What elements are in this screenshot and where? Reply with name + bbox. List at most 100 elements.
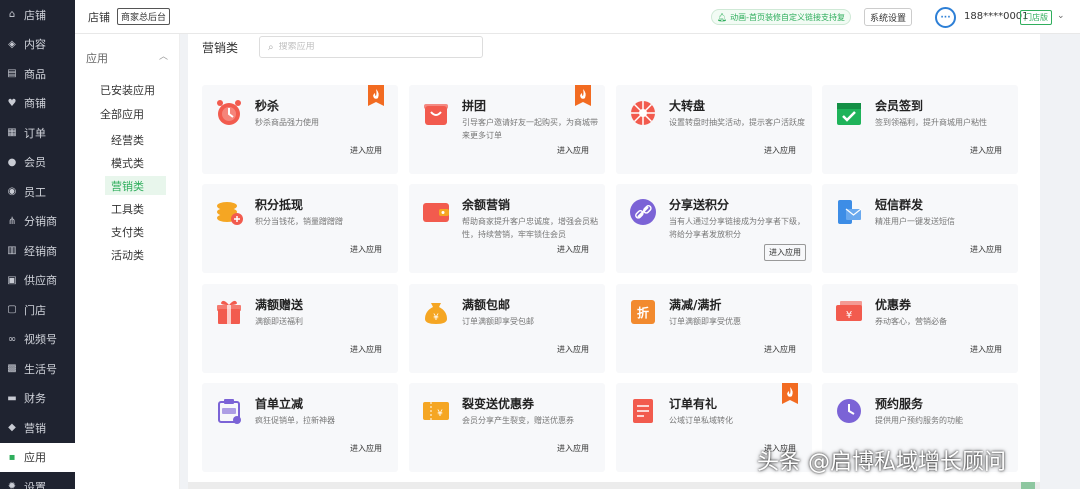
sidebar-item-1[interactable]: ◈ 内容 [0,30,75,60]
enter-app-button[interactable]: 进入应用 [557,244,589,255]
chevron-down-icon[interactable]: ⌄ [1057,11,1065,21]
sidebar-item-13[interactable]: ▬ 财务 [0,384,75,414]
app-card[interactable]: 折 满减/满折 订单满额即享受优惠 进入应用 [616,284,812,373]
enter-app-button[interactable]: 进入应用 [970,344,1002,355]
order-gift-icon [628,396,658,426]
sidebar-item-0[interactable]: ⌂ 店铺 [0,0,75,30]
enter-app-button[interactable]: 进入应用 [350,244,382,255]
sidebar-item-4[interactable]: ▦ 订单 [0,118,75,148]
app-card[interactable]: 首单立减 疯狂促销单，拉新神器 进入应用 [202,383,398,472]
subnav-all-apps[interactable]: 全部应用 [100,106,144,122]
enter-app-button[interactable]: 进入应用 [970,244,1002,255]
sidebar-item-8[interactable]: ▥ 经销商 [0,236,75,266]
sidebar-item-7[interactable]: ⋔ 分销商 [0,207,75,237]
app-card[interactable]: 积分抵现 积分当钱花，销量蹭蹭蹭 进入应用 [202,184,398,273]
sidebar-item-5[interactable]: ● 会员 [0,148,75,178]
top-bar: 店铺 商家总后台 🔔︎ 动画-首页装修自定义链接支持复 系统设置 ··· 188… [75,0,1080,34]
sidebar-item-9[interactable]: ▣ 供应商 [0,266,75,296]
app-description: 引导客户邀请好友一起购买，为商城带来更多订单 [462,118,598,140]
hot-badge-icon [782,383,798,404]
bell-icon: 🔔︎ [717,12,728,22]
appointment-icon [834,396,864,426]
app-card[interactable]: 会员签到 签到领福利，提升商城用户粘性 进入应用 [822,85,1018,174]
building-icon: ▥ [7,245,17,257]
sidebar-item-2[interactable]: ▤ 商品 [0,59,75,89]
enter-app-button[interactable]: 进入应用 [764,244,806,261]
staff-icon: ◉ [7,186,17,198]
enter-app-button[interactable]: 进入应用 [764,145,796,156]
section-title: 营销类 [202,41,239,55]
subnav-category-1[interactable]: 模式类 [105,153,166,172]
shop-edition-tag: 门店版 [1020,10,1052,25]
sidebar-item-label: 门店 [24,303,46,317]
sidebar-item-15[interactable]: ▪ 应用 [0,442,75,472]
app-name: 满额包邮 [462,298,511,312]
avatar[interactable]: ··· [935,7,956,28]
sidebar-item-label: 财务 [24,392,46,406]
sidebar-item-14[interactable]: ◆ 营销 [0,413,75,443]
app-card[interactable]: 秒杀 秒杀商品强力使用 进入应用 [202,85,398,174]
subnav-category-5[interactable]: 活动类 [105,245,166,264]
sidebar-item-6[interactable]: ◉ 员工 [0,177,75,207]
sidebar-item-label: 订单 [24,126,46,140]
sidebar-item-label: 生活号 [24,362,57,376]
scroll-thumb[interactable] [1021,482,1035,489]
chevron-up-icon[interactable]: ︿ [159,49,168,62]
app-name: 分享送积分 [669,198,730,212]
enter-app-button[interactable]: 进入应用 [764,344,796,355]
apps-grid-icon: ▪ [8,451,16,463]
svg-text:¥: ¥ [846,310,852,321]
sidebar-item-16[interactable]: ✹ 设置 [0,472,75,489]
sidebar-item-label: 设置 [24,480,46,489]
app-card[interactable]: 拼团 引导客户邀请好友一起购买，为商城带来更多订单 进入应用 [409,85,605,174]
app-name: 短信群发 [875,198,924,212]
horizontal-scrollbar[interactable] [188,482,1040,489]
truck-icon: ▣ [7,274,17,286]
subnav-category-3[interactable]: 工具类 [105,199,166,218]
sidebar-item-12[interactable]: ▩ 生活号 [0,354,75,384]
enter-app-button[interactable]: 进入应用 [557,344,589,355]
gear-icon: ✹ [7,481,17,489]
app-card[interactable]: 余额营销 帮助商家提升客户忠诚度，增强会员粘性，持续营销，牢牢锁住会员 进入应用 [409,184,605,273]
search-input[interactable] [278,42,469,52]
app-name: 大转盘 [669,99,706,113]
app-card[interactable]: ¥ 满额包邮 订单满额即享受包邮 进入应用 [409,284,605,373]
system-settings-button[interactable]: 系统设置 [864,8,913,26]
search-box[interactable]: ⌕ [259,36,483,58]
app-card[interactable]: ¥ 裂变送优惠券 会员分享产生裂变，赠送优惠券 进入应用 [409,383,605,472]
app-name: 满额赠送 [255,298,304,312]
app-card[interactable]: 短信群发 精准用户一键发送短信 进入应用 [822,184,1018,273]
user-phone[interactable]: 188****0001 [964,11,1029,22]
enter-app-button[interactable]: 进入应用 [350,145,382,156]
app-card[interactable]: ¥ 优惠券 券动客心，营销必备进入应用 [822,284,1018,373]
sidebar-item-11[interactable]: ∞ 视频号 [0,325,75,355]
enter-app-button[interactable]: 进入应用 [557,145,589,156]
app-name: 优惠券 [875,298,912,312]
subnav-category-4[interactable]: 支付类 [105,222,166,241]
notice-banner[interactable]: 🔔︎ 动画-首页装修自定义链接支持复 [711,9,852,25]
layers-icon: ◈ [8,38,16,50]
subnav-category-0[interactable]: 经营类 [105,130,166,149]
wallet-icon: ▬ [7,392,17,404]
svg-text:折: 折 [637,305,649,320]
app-description: 满额即送福利 [255,317,303,326]
enter-app-button[interactable]: 进入应用 [970,145,1002,156]
sidebar-item-3[interactable]: ♥ 商铺 [0,89,75,119]
enter-app-button[interactable]: 进入应用 [350,443,382,454]
app-card[interactable]: 大转盘 设置转盘时抽奖活动，提示客户活跃度进入应用 [616,85,812,174]
app-description: 秒杀商品强力使用 [255,118,319,127]
enter-app-button[interactable]: 进入应用 [557,443,589,454]
main-sidebar: ⌂ 店铺 ◈ 内容 ▤ 商品 ♥ 商铺 ▦ 订单 ● 会员 ◉ 员工 ⋔ 分销商 ▥ 经销商 ▣ 供应商 ▢ 门店 ∞ 视频号… [0,0,75,489]
subnav-category-2[interactable]: 营销类 [105,176,166,195]
sidebar-item-10[interactable]: ▢ 门店 [0,295,75,325]
merchant-admin-tag[interactable]: 商家总后台 [117,8,171,25]
life-icon: ▩ [7,363,17,375]
discount-icon: 折 [628,297,658,327]
enter-app-button[interactable]: 进入应用 [350,344,382,355]
app-card[interactable]: 分享送积分 当有人通过分享链接成为分享者下级，将给分享者发放积分 进入应用 [616,184,812,273]
app-description: 券动客心，营销必备 [875,317,947,326]
app-card[interactable]: 满额赠送 满额即送福利进入应用 [202,284,398,373]
subnav-installed-apps[interactable]: 已安装应用 [100,82,155,98]
app-description: 设置转盘时抽奖活动，提示客户活跃度 [669,118,805,127]
sidebar-item-label: 内容 [24,38,46,52]
